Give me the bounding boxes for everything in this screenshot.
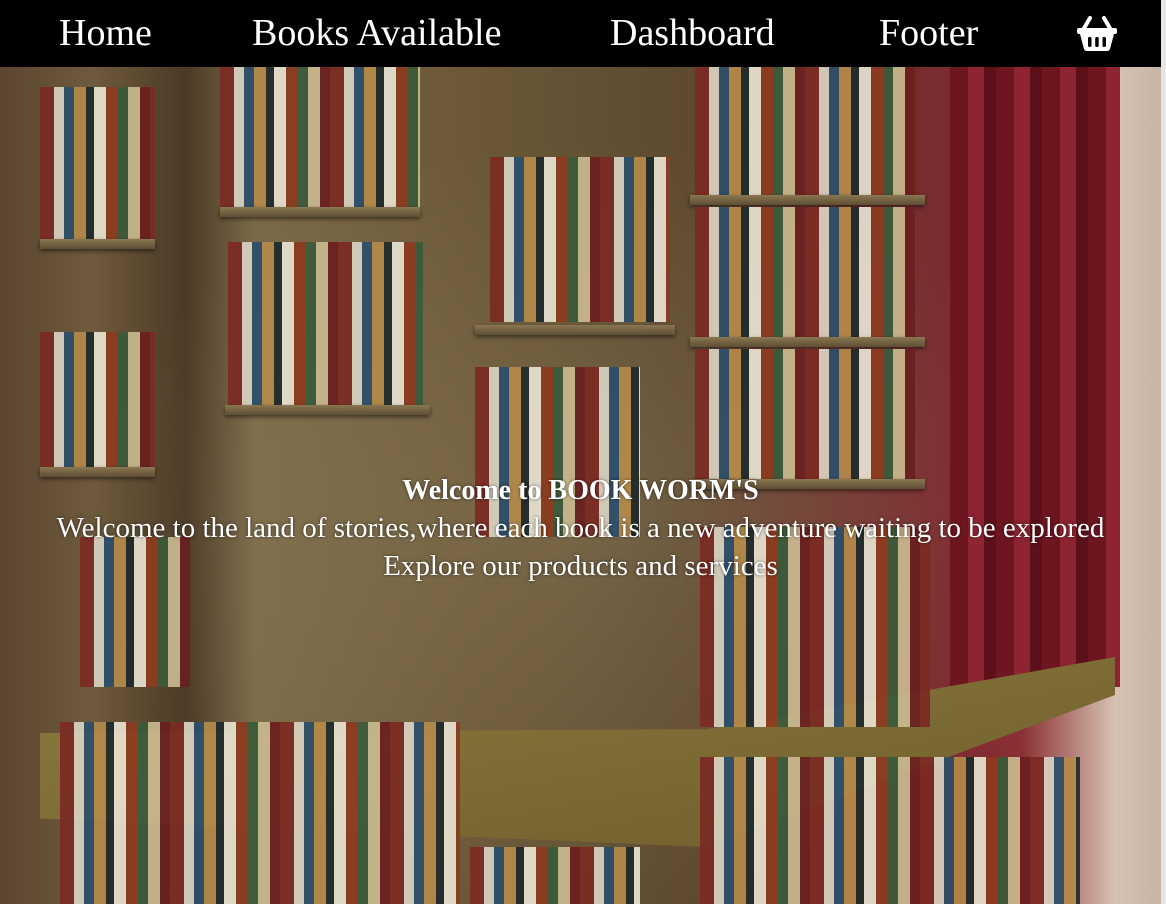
hero-subtitle: Welcome to the land of stories,where eac… [56, 512, 1105, 544]
top-navbar: Home Books Available Dashboard Footer [0, 0, 1161, 67]
hero-cta-text: Explore our products and services [383, 550, 778, 582]
nav-footer-link[interactable]: Footer [879, 0, 978, 67]
nav-books-available-link[interactable]: Books Available [252, 0, 501, 67]
nav-home-link[interactable]: Home [59, 0, 152, 67]
hero-banner: Welcome to BOOK WORM'S Welcome to the la… [0, 67, 1161, 904]
nav-dashboard-link[interactable]: Dashboard [610, 0, 775, 67]
page-scrollbar[interactable] [1161, 0, 1166, 904]
hero-text-block: Welcome to BOOK WORM'S Welcome to the la… [0, 473, 1161, 585]
hero-title: Welcome to BOOK WORM'S [402, 475, 759, 506]
shopping-basket-icon[interactable] [1075, 14, 1119, 52]
